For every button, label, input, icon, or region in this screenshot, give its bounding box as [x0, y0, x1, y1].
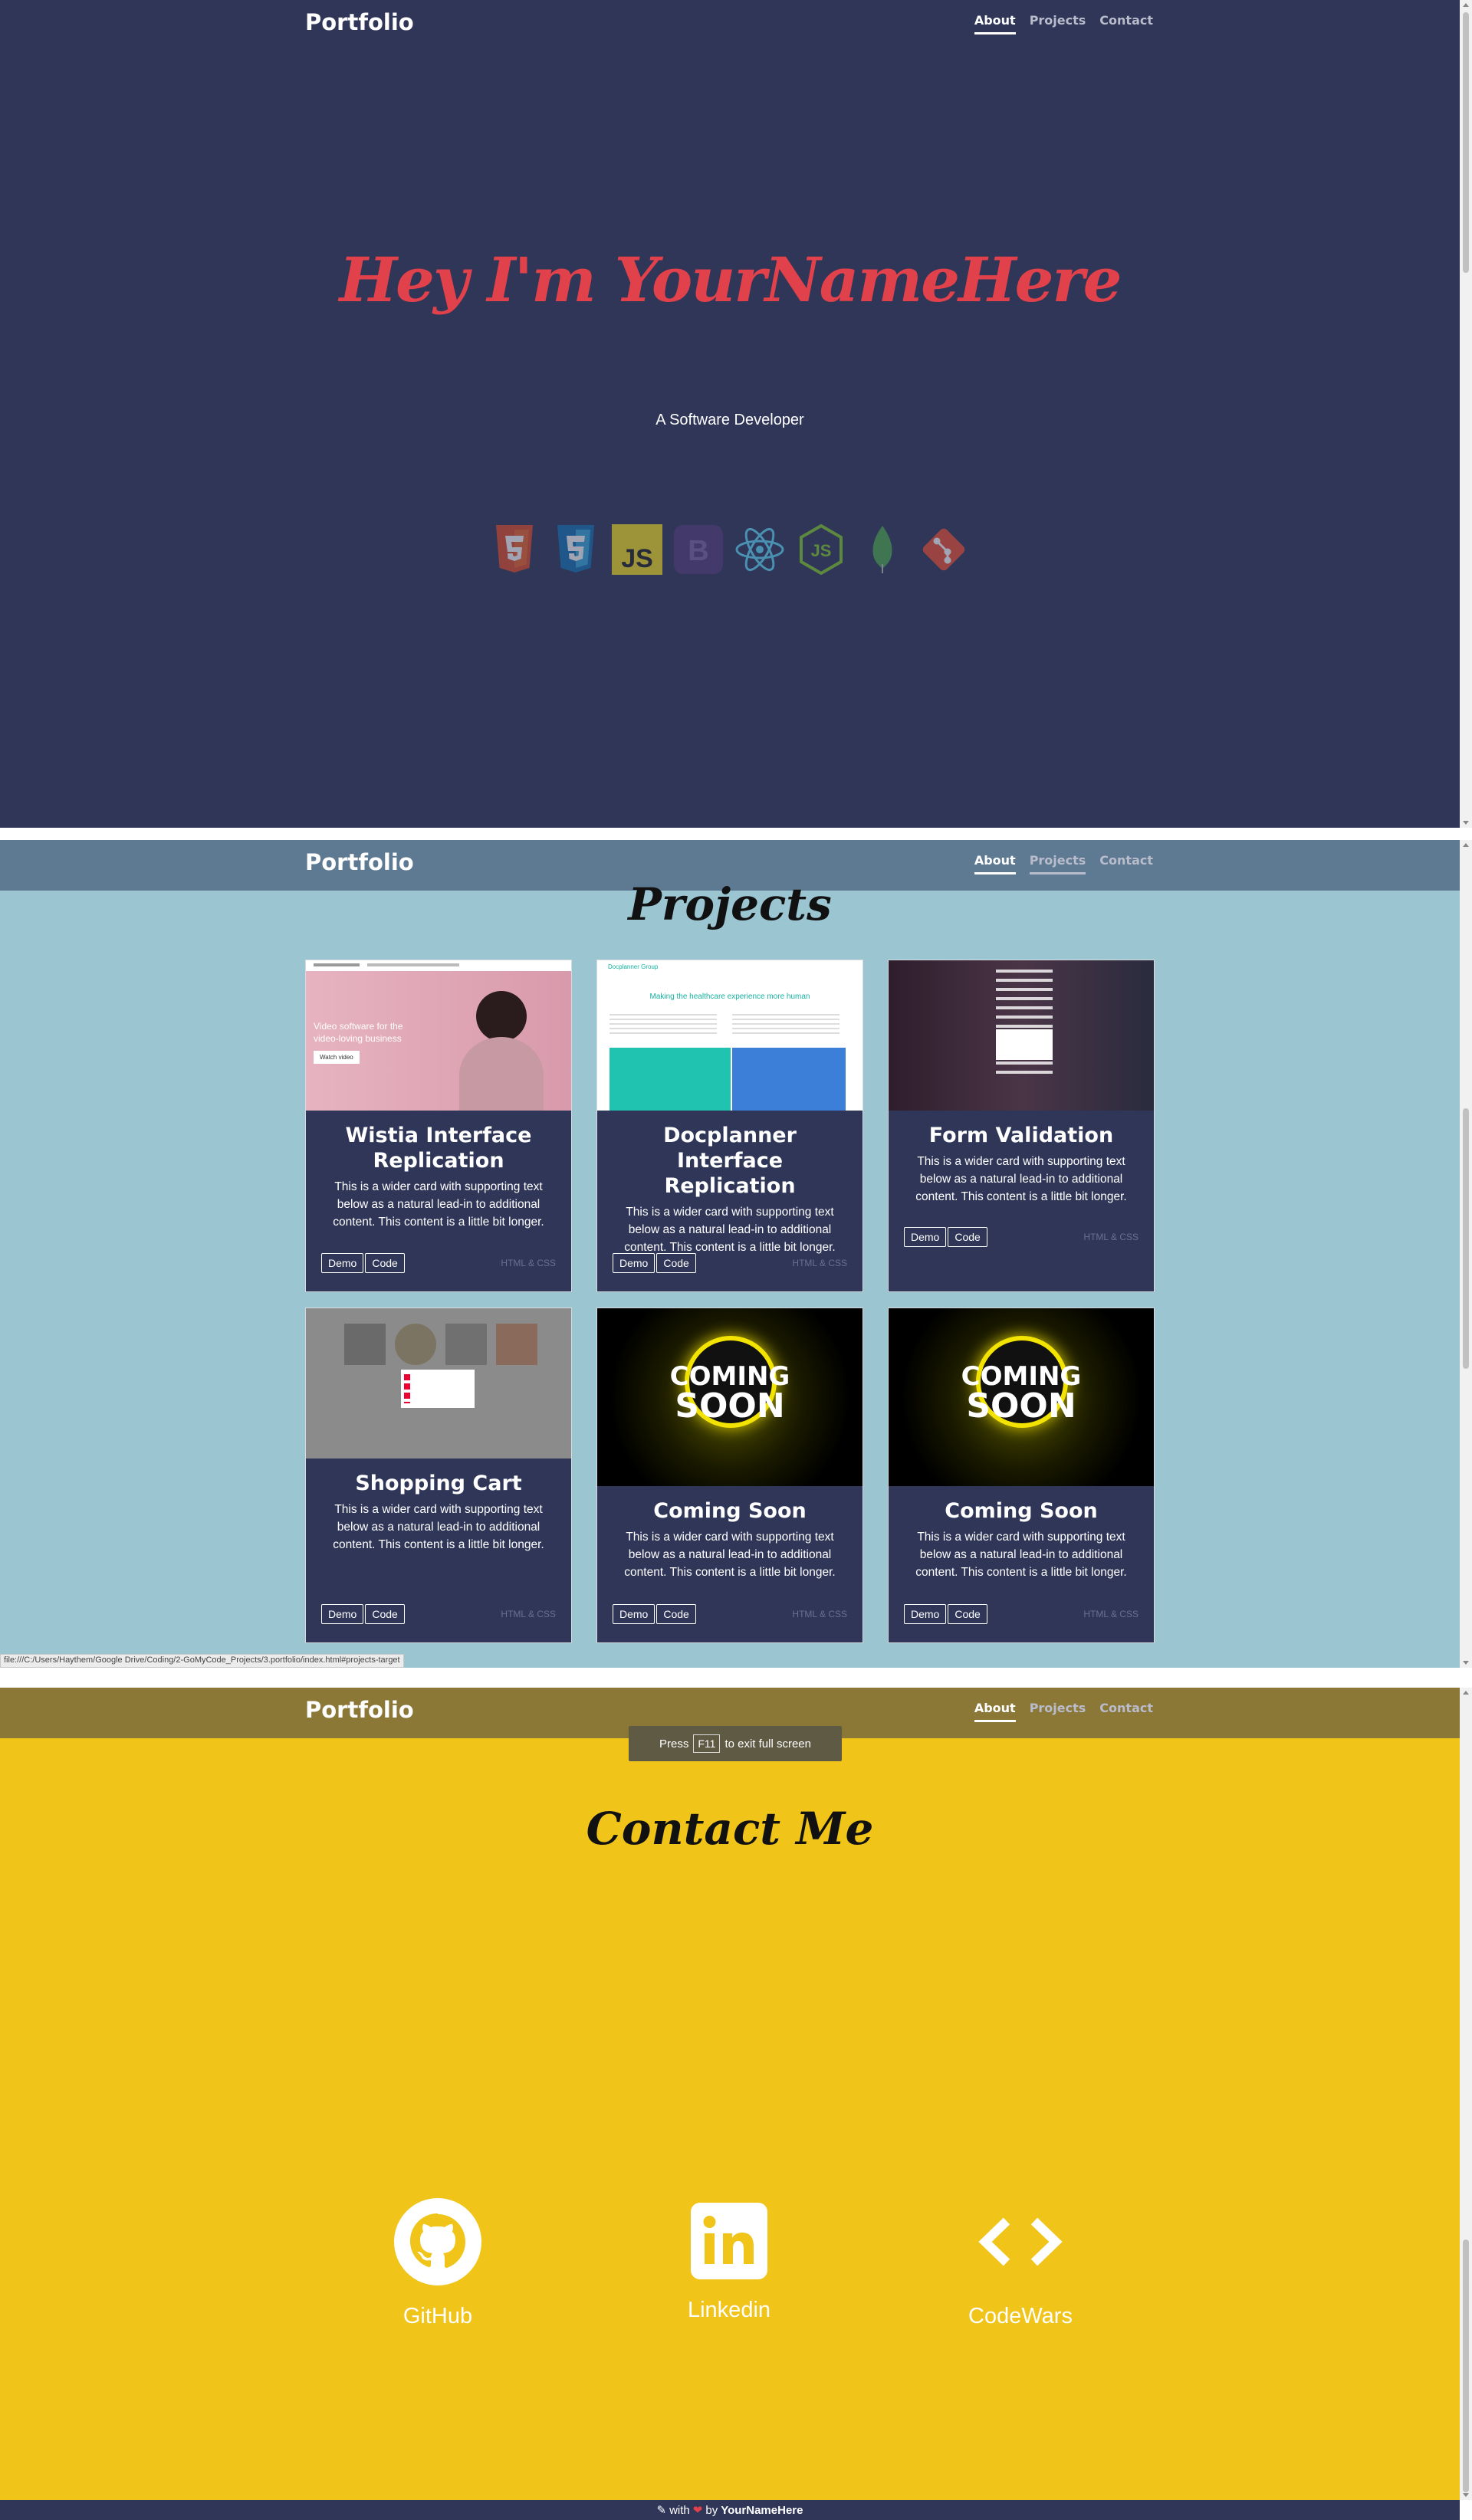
code-button[interactable]: Code	[656, 1604, 696, 1624]
card-text: This is a wider card with supporting tex…	[915, 1155, 1127, 1203]
top-navbar: Portfolio About Projects Contact	[0, 0, 1460, 51]
contact-section: Portfolio About Projects Contact Press F…	[0, 1688, 1460, 2520]
nav-links: About Projects Contact	[974, 13, 1153, 34]
tech-tag: HTML & CSS	[501, 1258, 556, 1268]
card-text: This is a wider card with supporting tex…	[624, 1206, 836, 1254]
page-footer: ✎ with ❤ by YourNameHere	[0, 2500, 1460, 2520]
projects-title: Projects	[628, 878, 832, 930]
contact-codewars[interactable]: CodeWars	[925, 2198, 1116, 2329]
scrollbar-1[interactable]	[1460, 0, 1472, 828]
project-card: COMING SOON Coming Soon This is a wider …	[596, 1308, 863, 1643]
author-name: YourNameHere	[721, 2503, 803, 2517]
code-button[interactable]: Code	[948, 1227, 987, 1247]
linkedin-icon	[691, 2203, 767, 2279]
svg-text:B: B	[688, 535, 708, 567]
divider	[0, 1668, 1460, 1688]
mongodb-icon	[857, 524, 908, 575]
html5-icon	[489, 524, 540, 575]
contact-label: CodeWars	[968, 2304, 1073, 2328]
contact-linkedin[interactable]: Linkedin	[633, 2198, 825, 2323]
project-thumbnail: Video software for the video-loving busi…	[306, 960, 571, 1111]
code-button[interactable]: Code	[656, 1253, 696, 1273]
card-text: This is a wider card with supporting tex…	[333, 1180, 544, 1229]
demo-button[interactable]: Demo	[904, 1227, 947, 1247]
scrollbar-2[interactable]	[1460, 840, 1472, 1668]
contact-github[interactable]: GitHub	[342, 2198, 534, 2329]
code-button[interactable]: Code	[365, 1253, 405, 1273]
about-section: Portfolio About Projects Contact Hey I'm…	[0, 0, 1460, 828]
nodejs-icon: JS	[796, 524, 846, 575]
project-thumbnail: Docplanner Group Making the healthcare e…	[597, 960, 863, 1111]
css3-icon	[550, 524, 601, 575]
bootstrap-icon: B	[673, 524, 724, 575]
code-button[interactable]: Code	[365, 1604, 405, 1624]
card-title: Coming Soon	[945, 1499, 1098, 1523]
nav-about[interactable]: About	[974, 853, 1016, 874]
brand-logo[interactable]: Portfolio	[305, 1697, 414, 1723]
contact-label: Linkedin	[687, 2298, 771, 2322]
brand-logo[interactable]: Portfolio	[305, 849, 414, 875]
status-url: file:///C:/Users/Haythem/Google Drive/Co…	[0, 1654, 404, 1668]
coming-soon-badge: COMING SOON	[889, 1308, 1154, 1486]
nav-links: About Projects Contact	[974, 1701, 1153, 1722]
nav-projects[interactable]: Projects	[1030, 1701, 1086, 1722]
card-text: This is a wider card with supporting tex…	[333, 1503, 544, 1551]
heart-icon: ❤	[692, 2504, 703, 2517]
hero-title: Hey I'm YourNameHere	[339, 244, 1122, 316]
demo-button[interactable]: Demo	[321, 1253, 364, 1273]
project-card: Shopping Cart This is a wider card with …	[305, 1308, 572, 1643]
nav-about[interactable]: About	[974, 1701, 1016, 1722]
card-title: Docplanner Interface Replication	[663, 1124, 797, 1198]
project-card: Form Validation This is a wider card wit…	[888, 960, 1155, 1292]
tech-tag: HTML & CSS	[792, 1258, 847, 1268]
f11-key: F11	[693, 1734, 721, 1753]
fullscreen-toast: Press F11 to exit full screen	[629, 1726, 842, 1761]
card-title: Form Validation	[928, 1124, 1114, 1147]
brand-logo[interactable]: Portfolio	[305, 9, 414, 35]
tech-tag: HTML & CSS	[792, 1609, 847, 1619]
tech-tag: HTML & CSS	[501, 1609, 556, 1619]
nav-projects[interactable]: Projects	[1029, 853, 1086, 874]
projects-section: Portfolio About Projects Contact Project…	[0, 840, 1460, 1668]
card-text: This is a wider card with supporting tex…	[915, 1531, 1127, 1579]
pencil-icon: ✎	[656, 2504, 667, 2517]
project-thumbnail	[306, 1308, 571, 1459]
nav-contact[interactable]: Contact	[1099, 1701, 1153, 1722]
svg-text:JS: JS	[811, 541, 832, 560]
contact-title: Contact Me	[586, 1803, 874, 1855]
tech-tag: HTML & CSS	[1083, 1609, 1138, 1619]
divider	[0, 828, 1460, 840]
nav-projects[interactable]: Projects	[1030, 13, 1086, 34]
nav-contact[interactable]: Contact	[1099, 853, 1153, 874]
git-icon	[918, 524, 969, 575]
scrollbar-3[interactable]	[1460, 1688, 1472, 2500]
javascript-icon: JS	[612, 524, 662, 575]
tech-tag: HTML & CSS	[1083, 1232, 1138, 1242]
project-card: COMING SOON Coming Soon This is a wider …	[888, 1308, 1155, 1643]
nav-links: About Projects Contact	[974, 853, 1153, 874]
contact-label: GitHub	[402, 2304, 473, 2328]
code-button[interactable]: Code	[948, 1604, 987, 1624]
code-icon	[978, 2217, 1063, 2266]
nav-contact[interactable]: Contact	[1099, 13, 1153, 34]
card-title: Wistia Interface Replication	[345, 1124, 532, 1173]
demo-button[interactable]: Demo	[613, 1253, 656, 1273]
nav-about[interactable]: About	[974, 13, 1016, 34]
hero-subtitle: A Software Developer	[656, 412, 804, 428]
svg-text:JS: JS	[621, 544, 653, 573]
tech-icons: JS B JS	[489, 524, 969, 575]
page: Portfolio About Projects Contact Hey I'm…	[0, 0, 1472, 2520]
project-card: Video software for the video-loving busi…	[305, 960, 572, 1292]
github-icon	[394, 2198, 481, 2285]
card-title: Coming Soon	[653, 1499, 807, 1523]
project-thumbnail	[889, 960, 1154, 1111]
demo-button[interactable]: Demo	[613, 1604, 656, 1624]
demo-button[interactable]: Demo	[904, 1604, 947, 1624]
card-title: Shopping Cart	[355, 1472, 522, 1495]
card-text: This is a wider card with supporting tex…	[624, 1531, 836, 1579]
project-card: Docplanner Group Making the healthcare e…	[596, 960, 863, 1292]
coming-soon-badge: COMING SOON	[597, 1308, 863, 1486]
demo-button[interactable]: Demo	[321, 1604, 364, 1624]
react-icon	[734, 524, 785, 575]
